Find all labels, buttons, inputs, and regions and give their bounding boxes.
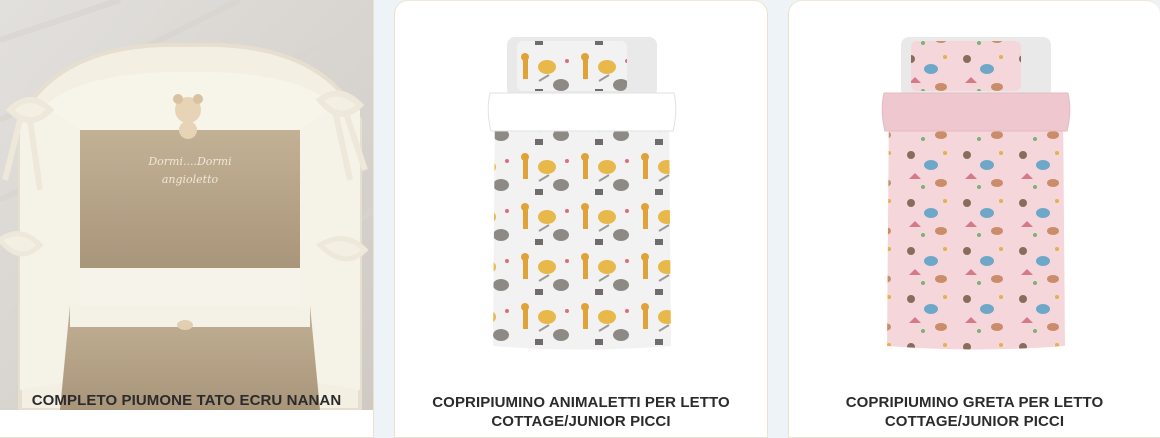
embroidery-text-2: angioletto: [162, 173, 219, 186]
product-title[interactable]: COMPLETO PIUMONE TATO ECRU NANAN: [10, 391, 363, 410]
product-card-copripiumino-animaletti[interactable]: COPRIPIUMINO ANIMALETTI PER LETTO COTTAG…: [394, 0, 768, 438]
product-title[interactable]: COPRIPIUMINO ANIMALETTI PER LETTO COTTAG…: [405, 393, 757, 431]
product-image[interactable]: [789, 1, 1160, 385]
product-card-copripiumino-greta[interactable]: COPRIPIUMINO GRETA PER LETTO COTTAGE/JUN…: [788, 0, 1160, 438]
product-card-completo-piumone[interactable]: Dormi....Dormi angioletto COMPLETO PIUMO…: [0, 0, 374, 438]
embroidery-text-1: Dormi....Dormi: [147, 155, 231, 168]
product-image[interactable]: [395, 1, 767, 385]
product-title[interactable]: COPRIPIUMINO GRETA PER LETTO COTTAGE/JUN…: [799, 393, 1150, 431]
product-image[interactable]: Dormi....Dormi angioletto: [0, 0, 373, 410]
